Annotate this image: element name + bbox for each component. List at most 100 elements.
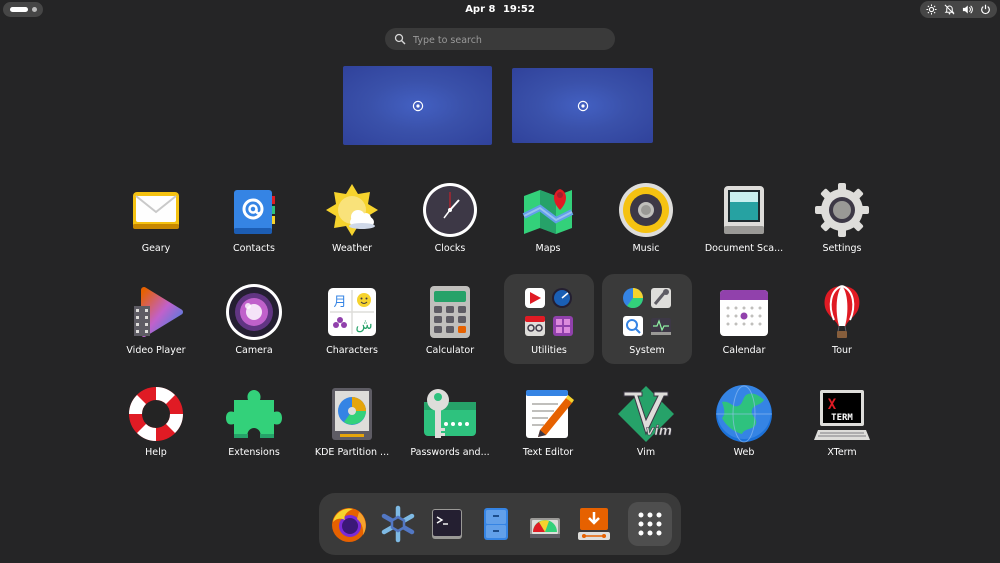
app-label: Web [733, 447, 755, 458]
app-text-editor[interactable]: Text Editor [499, 376, 597, 472]
characters-glyph-arabic: ش [355, 317, 372, 333]
app-xterm[interactable]: X TERM XTerm [793, 376, 891, 472]
app-maps[interactable]: Maps [499, 172, 597, 268]
app-settings[interactable]: Settings [793, 172, 891, 268]
document-scanner-icon [724, 186, 764, 234]
app-label: Help [145, 447, 167, 458]
distro-logo-icon [577, 100, 588, 111]
app-calendar[interactable]: Calendar [695, 274, 793, 370]
folder-utilities[interactable]: Utilities [504, 274, 594, 364]
workspace-dot [32, 7, 37, 12]
dock-disk-usage[interactable] [523, 502, 567, 546]
system-menu-button[interactable] [920, 1, 997, 18]
app-label: Document Sca... [704, 243, 784, 254]
top-bar: Apr 8 19:52 [0, 0, 1000, 20]
app-label: Settings [822, 243, 862, 254]
app-video-player[interactable]: Video Player [107, 274, 205, 370]
text-editor-icon [526, 390, 574, 438]
calendar-icon [720, 290, 768, 336]
date-time-button[interactable]: Apr 8 19:52 [430, 1, 570, 19]
app-label: Weather [332, 243, 372, 254]
app-calculator[interactable]: Calculator [401, 274, 499, 370]
dock-terminal[interactable] [425, 502, 469, 546]
app-label: System [629, 345, 665, 356]
clocks-icon [423, 183, 477, 237]
vim-icon-text: vim [646, 424, 672, 439]
app-web[interactable]: Web [695, 376, 793, 472]
activities-indicator[interactable] [3, 2, 43, 17]
notifications-disabled-icon [943, 3, 957, 17]
nixos-snowflake-icon [381, 505, 415, 543]
app-label: Passwords and... [410, 447, 490, 458]
app-label: Utilities [531, 345, 567, 356]
app-tour[interactable]: Tour [793, 274, 891, 370]
contacts-icon [234, 190, 275, 234]
volume-icon [960, 3, 974, 17]
app-help[interactable]: Help [107, 376, 205, 472]
date-label: Apr 8 [465, 4, 496, 15]
show-apps-button[interactable] [628, 502, 672, 546]
app-label: Calendar [722, 345, 766, 356]
passwords-and-keys-icon [424, 389, 476, 438]
search-input[interactable] [411, 30, 610, 50]
app-grid-icon [638, 512, 662, 536]
app-characters[interactable]: 月 ش Characters [303, 274, 401, 370]
xterm-icon: X TERM [814, 390, 870, 440]
app-passwords-and-keys[interactable]: Passwords and... [401, 376, 499, 472]
app-camera[interactable]: Camera [205, 274, 303, 370]
video-player-icon [134, 287, 183, 337]
xterm-icon-x: X [828, 397, 837, 413]
app-label: XTerm [827, 447, 857, 458]
app-extensions[interactable]: Extensions [205, 376, 303, 472]
app-label: Characters [326, 345, 378, 356]
music-icon [619, 183, 673, 237]
dash [319, 493, 681, 555]
app-grid: Geary Contacts Weather Clocks Maps Music… [107, 172, 893, 472]
disk-usage-analyzer-icon [530, 518, 560, 538]
app-label: Calculator [425, 345, 475, 356]
camera-icon [226, 284, 282, 340]
dock-files[interactable] [474, 502, 518, 546]
app-label: Tour [832, 345, 852, 356]
weather-icon [326, 184, 378, 236]
app-label: Clocks [434, 243, 466, 254]
app-label: Text Editor [522, 447, 574, 458]
app-vim[interactable]: vim Vim [597, 376, 695, 472]
app-kde-partition-manager[interactable]: KDE Partition ... [303, 376, 401, 472]
folder-system[interactable]: System [602, 274, 692, 364]
workspace-thumbnail-2[interactable] [512, 68, 653, 143]
vim-icon: vim [618, 386, 674, 442]
characters-icon: 月 ش [328, 288, 376, 336]
app-label: Maps [535, 243, 561, 254]
app-label: Vim [636, 447, 656, 458]
app-music[interactable]: Music [597, 172, 695, 268]
download-installer-icon [578, 508, 610, 540]
search-icon [394, 33, 406, 45]
app-clocks[interactable]: Clocks [401, 172, 499, 268]
app-label: Extensions [228, 447, 280, 458]
app-label: KDE Partition ... [314, 447, 390, 458]
firefox-icon [332, 508, 366, 542]
time-label: 19:52 [502, 4, 535, 15]
app-geary[interactable]: Geary [107, 172, 205, 268]
terminal-icon [432, 509, 462, 539]
app-contacts[interactable]: Contacts [205, 172, 303, 268]
web-browser-icon [716, 385, 772, 443]
power-icon [978, 3, 992, 17]
tour-icon [824, 285, 860, 338]
workspace-thumbnail-1[interactable] [343, 66, 492, 145]
kde-partition-manager-icon [332, 388, 372, 440]
settings-icon [815, 183, 869, 237]
maps-icon [522, 189, 574, 234]
dock-firefox[interactable] [327, 502, 371, 546]
extensions-icon [226, 390, 282, 438]
help-icon [129, 387, 183, 441]
search-bar[interactable] [385, 28, 615, 50]
app-document-scanner[interactable]: Document Sca... [695, 172, 793, 268]
app-label: Geary [141, 243, 171, 254]
dock-installer[interactable] [572, 502, 616, 546]
app-weather[interactable]: Weather [303, 172, 401, 268]
night-light-icon [925, 3, 939, 17]
dock-nixos[interactable] [376, 502, 420, 546]
app-label: Video Player [126, 345, 186, 356]
